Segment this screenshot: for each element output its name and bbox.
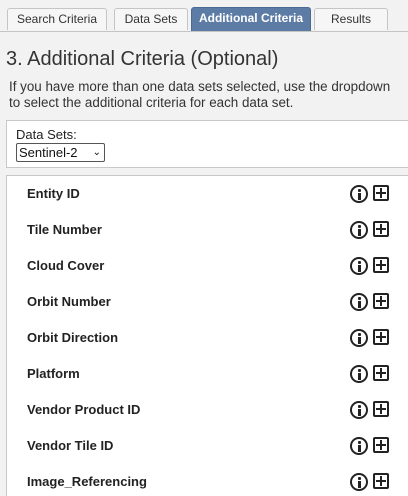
add-icon[interactable] bbox=[373, 329, 389, 345]
tab-bar: Search Criteria Data Sets Additional Cri… bbox=[0, 0, 408, 32]
info-icon[interactable] bbox=[350, 401, 368, 419]
dataset-selector-panel: Data Sets: Sentinel-2 ⌄ bbox=[6, 120, 408, 168]
add-icon[interactable] bbox=[373, 473, 389, 489]
tab-results[interactable]: Results bbox=[314, 8, 388, 30]
criteria-row-cloud-cover: Cloud Cover bbox=[7, 248, 408, 284]
chevron-down-icon: ⌄ bbox=[92, 147, 101, 158]
add-icon[interactable] bbox=[373, 437, 389, 453]
criteria-row-platform: Platform bbox=[7, 356, 408, 392]
criteria-label: Platform bbox=[27, 366, 80, 381]
info-icon[interactable] bbox=[350, 329, 368, 347]
criteria-label: Orbit Number bbox=[27, 294, 111, 309]
criteria-row-image-referencing: Image_Referencing bbox=[7, 464, 408, 496]
dataset-label: Data Sets: bbox=[16, 127, 77, 142]
info-icon[interactable] bbox=[350, 185, 368, 203]
criteria-list: Entity ID Tile Number Cloud Cover Orbit … bbox=[6, 175, 408, 496]
info-icon[interactable] bbox=[350, 365, 368, 383]
info-icon[interactable] bbox=[350, 293, 368, 311]
add-icon[interactable] bbox=[373, 401, 389, 417]
info-icon[interactable] bbox=[350, 473, 368, 491]
info-icon[interactable] bbox=[350, 257, 368, 275]
criteria-label: Orbit Direction bbox=[27, 330, 119, 345]
section-title: 3. Additional Criteria (Optional) bbox=[6, 48, 279, 70]
criteria-label: Image_Referencing bbox=[27, 474, 147, 489]
dataset-dropdown[interactable]: Sentinel-2 ⌄ bbox=[16, 143, 105, 162]
criteria-label: Entity ID bbox=[27, 186, 80, 201]
criteria-label: Vendor Tile ID bbox=[27, 438, 114, 453]
criteria-row-vendor-product-id: Vendor Product ID bbox=[7, 392, 408, 428]
add-icon[interactable] bbox=[373, 221, 389, 237]
dataset-selected-value: Sentinel-2 bbox=[19, 145, 78, 160]
criteria-row-orbit-direction: Orbit Direction bbox=[7, 320, 408, 356]
info-icon[interactable] bbox=[350, 437, 368, 455]
tab-additional-criteria[interactable]: Additional Criteria bbox=[191, 7, 311, 32]
criteria-label: Tile Number bbox=[27, 222, 102, 237]
criteria-row-orbit-number: Orbit Number bbox=[7, 284, 408, 320]
add-icon[interactable] bbox=[373, 365, 389, 381]
info-icon[interactable] bbox=[350, 221, 368, 239]
add-icon[interactable] bbox=[373, 185, 389, 201]
criteria-label: Vendor Product ID bbox=[27, 402, 141, 417]
criteria-row-tile-number: Tile Number bbox=[7, 212, 408, 248]
criteria-row-entity-id: Entity ID bbox=[7, 176, 408, 212]
tab-search-criteria[interactable]: Search Criteria bbox=[7, 8, 107, 30]
tab-data-sets[interactable]: Data Sets bbox=[114, 8, 188, 30]
add-icon[interactable] bbox=[373, 293, 389, 309]
criteria-row-vendor-tile-id: Vendor Tile ID bbox=[7, 428, 408, 464]
criteria-label: Cloud Cover bbox=[27, 258, 105, 273]
tab-divider bbox=[0, 31, 408, 32]
add-icon[interactable] bbox=[373, 257, 389, 273]
section-description: If you have more than one data sets sele… bbox=[9, 79, 391, 110]
